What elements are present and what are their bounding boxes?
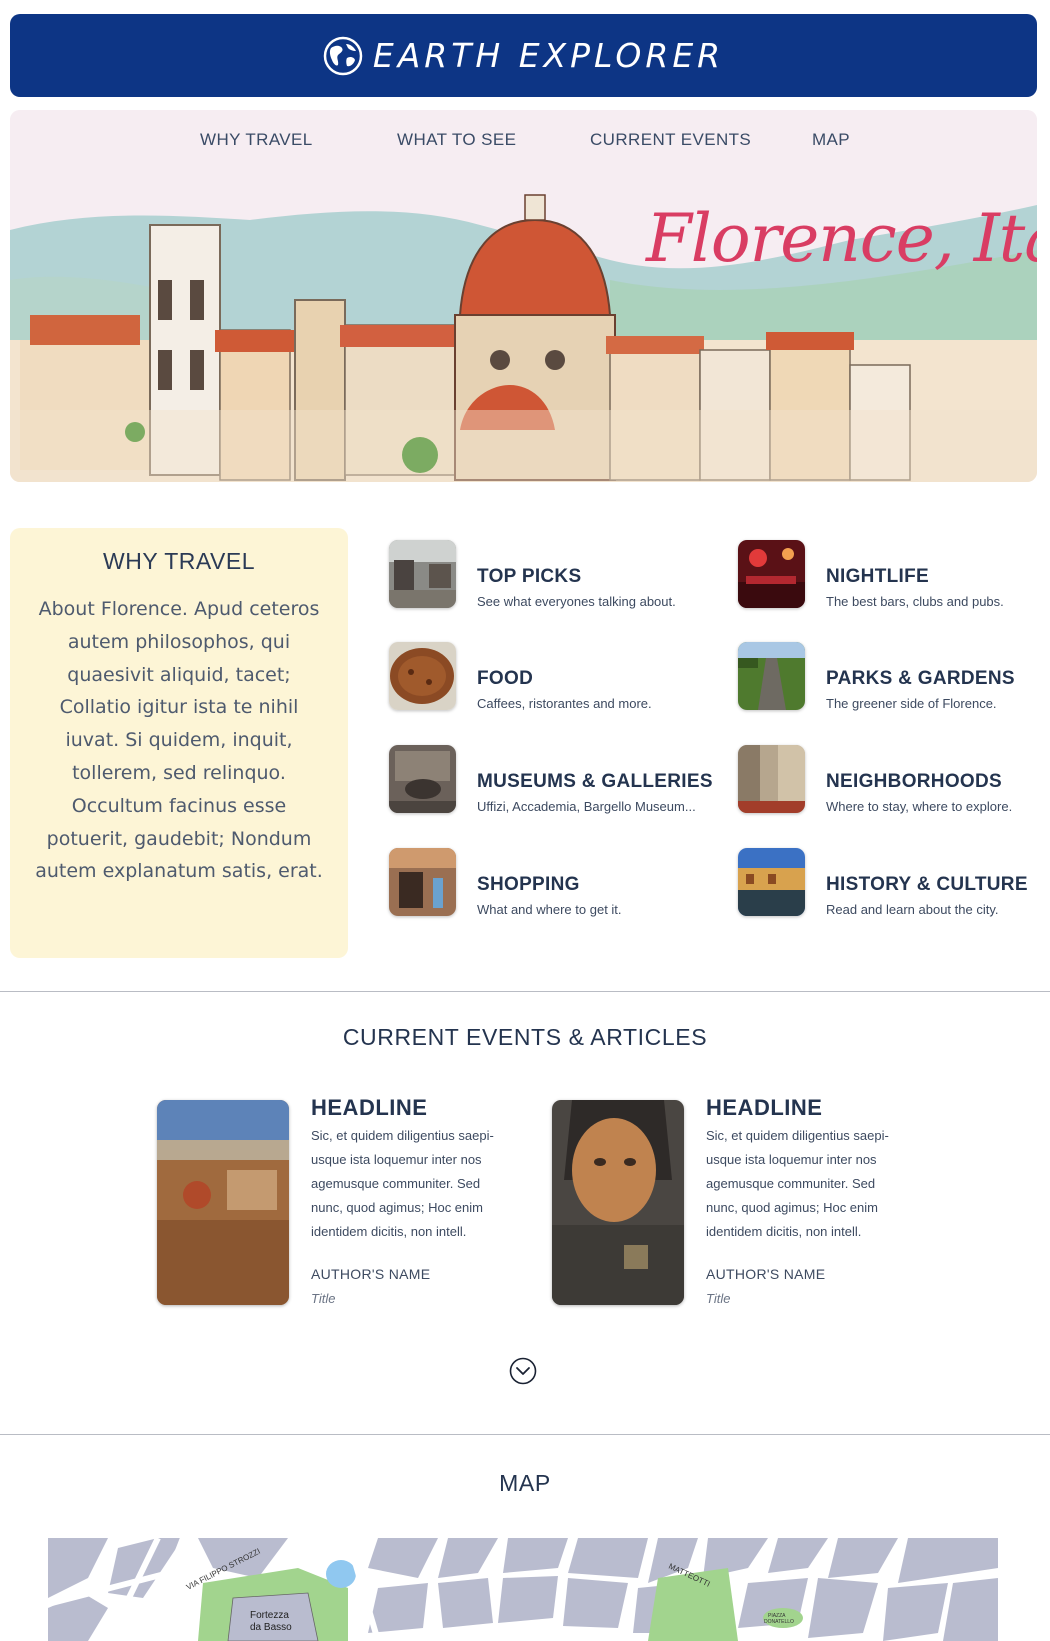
- city-map[interactable]: Fortezza da Basso VIA FILIPPO STROZZI MA…: [48, 1538, 998, 1641]
- section-divider: [0, 1434, 1050, 1435]
- category-title: PARKS & GARDENS: [826, 668, 1015, 689]
- category-nightlife[interactable]: NIGHTLIFE The best bars, clubs and pubs.: [738, 540, 1050, 610]
- article-2-headline[interactable]: HEADLINE: [706, 1095, 822, 1121]
- nav-why-travel[interactable]: WHY TRAVEL: [200, 130, 313, 150]
- category-museums-galleries[interactable]: MUSEUMS & GALLERIES Uffizi, Accademia, B…: [389, 745, 713, 815]
- globe-icon: [323, 36, 363, 75]
- category-desc: What and where to get it.: [477, 902, 622, 917]
- events-heading: CURRENT EVENTS & ARTICLES: [342, 1024, 708, 1050]
- category-title: SHOPPING: [477, 874, 580, 895]
- category-neighborhoods[interactable]: NEIGHBORHOODS Where to stay, where to ex…: [738, 745, 1050, 815]
- chevron-down-circle-icon[interactable]: [509, 1357, 537, 1385]
- nav-map[interactable]: MAP: [812, 130, 850, 150]
- map-label-da-basso: da Basso: [250, 1622, 292, 1633]
- article-1-headline[interactable]: HEADLINE: [311, 1095, 427, 1121]
- main-nav: WHY TRAVEL WHAT TO SEE CURRENT EVENTS MA…: [10, 130, 1037, 160]
- category-desc: See what everyones talking about.: [477, 594, 676, 609]
- article-2-author-title: Title: [706, 1291, 731, 1306]
- article-1-body: Sic, et quidem diligentius saepi-usque i…: [311, 1128, 494, 1239]
- hero-banner: WHY TRAVEL WHAT TO SEE CURRENT EVENTS MA…: [10, 110, 1037, 482]
- category-food[interactable]: FOOD Caffees, ristorantes and more.: [389, 642, 709, 712]
- category-desc: The best bars, clubs and pubs.: [826, 594, 1004, 609]
- category-desc: Read and learn about the city.: [826, 902, 999, 917]
- article-2-author: AUTHOR'S NAME: [706, 1266, 826, 1282]
- article-1-image[interactable]: [157, 1100, 289, 1305]
- why-travel-body: About Florence. Apud ceteros autem philo…: [35, 598, 323, 883]
- article-1-author-title: Title: [311, 1291, 336, 1306]
- map-label-donatello: DONATELLO: [764, 1619, 794, 1625]
- why-travel-heading: WHY TRAVEL: [103, 548, 255, 574]
- food-thumbnail: [389, 642, 456, 710]
- category-desc: Where to stay, where to explore.: [826, 799, 1013, 814]
- category-title: NIGHTLIFE: [826, 566, 929, 587]
- history-thumbnail: [738, 848, 805, 916]
- site-brand[interactable]: EARTH EXPLORER: [373, 36, 724, 75]
- florence-watercolor-illustration: [10, 110, 1037, 482]
- article-1-author: AUTHOR'S NAME: [311, 1266, 431, 1282]
- category-top-picks[interactable]: TOP PICKS See what everyones talking abo…: [389, 540, 709, 610]
- category-parks-gardens[interactable]: PARKS & GARDENS The greener side of Flor…: [738, 642, 1050, 712]
- category-shopping[interactable]: SHOPPING What and where to get it.: [389, 848, 709, 918]
- article-2-image[interactable]: [552, 1100, 684, 1305]
- map-heading: MAP: [499, 1470, 551, 1496]
- category-title: TOP PICKS: [477, 566, 582, 587]
- category-desc: Uffizi, Accademia, Bargello Museum...: [477, 799, 696, 814]
- category-desc: Caffees, ristorantes and more.: [477, 696, 652, 711]
- site-header: EARTH EXPLORER: [10, 14, 1037, 97]
- nightlife-thumbnail: [738, 540, 805, 608]
- museums-thumbnail: [389, 745, 456, 813]
- nav-what-to-see[interactable]: WHAT TO SEE: [397, 130, 516, 150]
- category-title: HISTORY & CULTURE: [826, 874, 1028, 895]
- category-title: FOOD: [477, 668, 534, 689]
- shopping-thumbnail: [389, 848, 456, 916]
- top-picks-thumbnail: [389, 540, 456, 608]
- hero-title: Florence, Italy: [646, 200, 1037, 277]
- category-title: MUSEUMS & GALLERIES: [477, 771, 713, 792]
- map-label-fortezza: Fortezza: [250, 1610, 289, 1621]
- article-2-body: Sic, et quidem diligentius saepi-usque i…: [706, 1128, 889, 1239]
- category-history-culture[interactable]: HISTORY & CULTURE Read and learn about t…: [738, 848, 1050, 918]
- parks-thumbnail: [738, 642, 805, 710]
- category-title: NEIGHBORHOODS: [826, 771, 1002, 792]
- category-desc: The greener side of Florence.: [826, 696, 997, 711]
- neighborhoods-thumbnail: [738, 745, 805, 813]
- section-divider: [0, 991, 1050, 992]
- nav-current-events[interactable]: CURRENT EVENTS: [590, 130, 751, 150]
- why-travel-panel: WHY TRAVEL About Florence. Apud ceteros …: [10, 528, 348, 958]
